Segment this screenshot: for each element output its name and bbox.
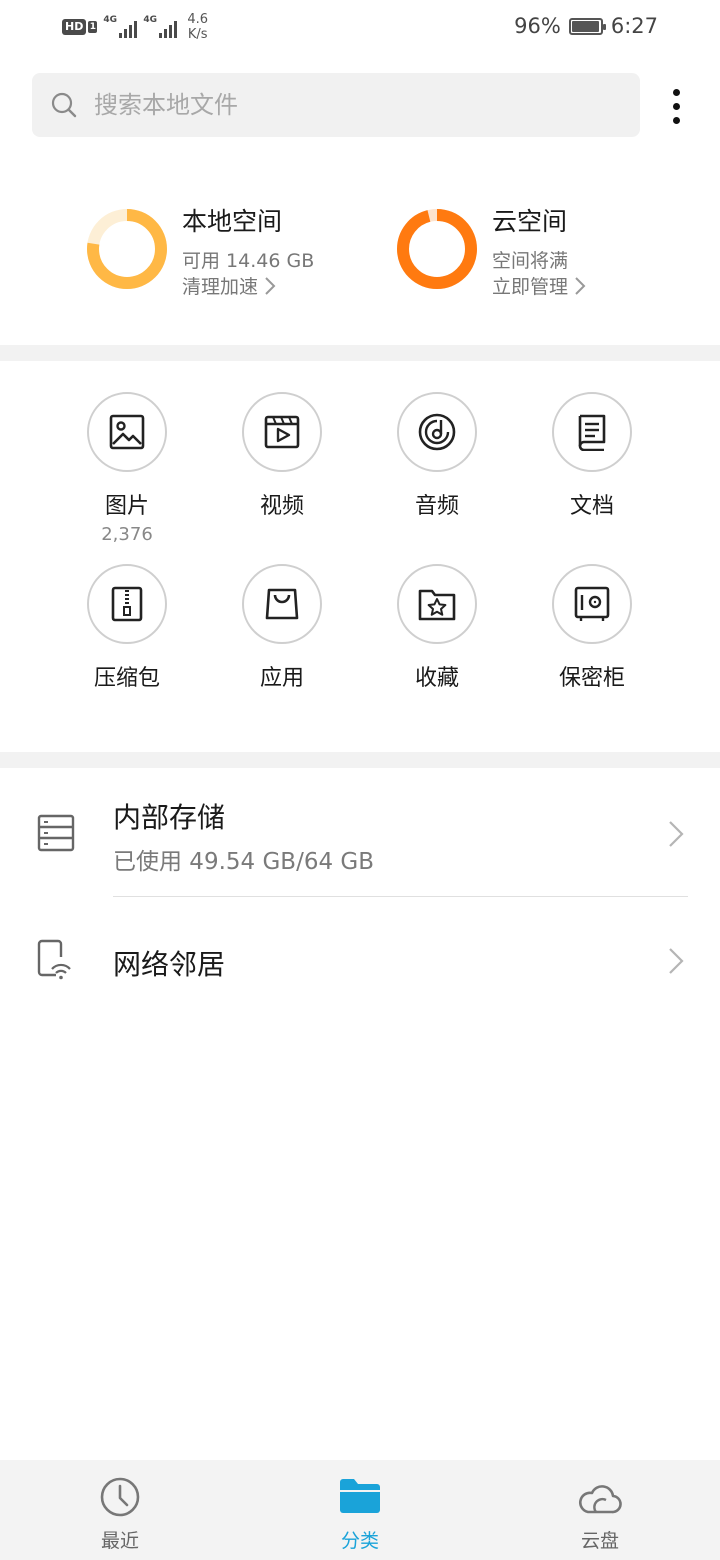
category-label: 文档 [569, 494, 614, 519]
search-icon [51, 92, 77, 118]
category-label: 视频 [259, 494, 304, 519]
cloud-storage-title: 云空间 [492, 207, 568, 236]
audio-icon [418, 413, 456, 451]
app-bag-icon [265, 588, 299, 620]
bottom-navigation: 最近 分类 云盘 [0, 1460, 720, 1560]
nav-categories[interactable]: 分类 [240, 1460, 480, 1560]
category-videos[interactable]: 视频 [217, 392, 347, 524]
status-bar: HD 1 4G 4G 4.6 K/s 96% 6:27 [0, 0, 720, 56]
local-storage-ring [87, 209, 167, 289]
network-neighbor-row[interactable]: 网络邻居 [0, 897, 720, 1023]
manage-now-label: 立即管理 [492, 276, 569, 298]
cloud-storage-card[interactable]: 云空间 空间将满 立即管理 [396, 200, 656, 300]
category-label: 收藏 [414, 666, 459, 691]
battery-percent: 96% [514, 14, 561, 38]
cloud-storage-ring [397, 209, 477, 289]
sim-label: 1 [88, 21, 98, 33]
network-type-label: 4G [103, 15, 117, 25]
local-storage-card[interactable]: 本地空间 可用 14.46 GB 清理加速 [86, 200, 346, 300]
clock-icon [100, 1477, 140, 1517]
internal-storage-usage: 已使用 49.54 GB/64 GB [113, 849, 374, 875]
category-images[interactable]: 图片 2,376 [62, 392, 192, 545]
network-speed-value: 4.6 [187, 12, 209, 27]
chevron-right-icon [669, 821, 684, 847]
internal-storage-icon [37, 814, 75, 852]
internal-storage-row[interactable]: 内部存储 已使用 49.54 GB/64 GB [0, 770, 720, 896]
video-icon [264, 415, 300, 449]
signal-strength-icon: 4G [103, 14, 138, 40]
folder-icon [340, 1479, 380, 1513]
category-archives[interactable]: 压缩包 [62, 564, 192, 692]
local-storage-title: 本地空间 [182, 207, 283, 236]
chevron-right-icon [669, 948, 684, 974]
section-divider [0, 345, 720, 361]
category-label: 保密柜 [558, 666, 625, 691]
signal-strength-icon: 4G [143, 14, 178, 40]
more-options-icon[interactable] [660, 80, 692, 132]
category-count: 2,376 [101, 524, 153, 545]
category-favorites[interactable]: 收藏 [372, 564, 502, 692]
network-speed-unit: K/s [187, 27, 208, 42]
safe-icon [574, 586, 610, 621]
search-input[interactable] [94, 91, 574, 119]
manage-now-link[interactable]: 立即管理 [492, 272, 586, 299]
hd-label: HD [62, 19, 87, 35]
network-neighbor-title: 网络邻居 [113, 948, 226, 981]
network-speed: 4.6 K/s [187, 12, 208, 42]
category-apps[interactable]: 应用 [217, 564, 347, 692]
cloud-icon [579, 1485, 622, 1514]
nav-categories-label: 分类 [340, 1530, 379, 1552]
nav-recent[interactable]: 最近 [0, 1460, 240, 1560]
network-neighbor-icon [37, 939, 71, 980]
category-audio[interactable]: 音频 [372, 392, 502, 524]
hd-voice-icon: HD 1 [62, 19, 98, 35]
category-documents[interactable]: 文档 [527, 392, 657, 524]
chevron-right-icon [265, 276, 276, 295]
document-icon [578, 414, 606, 451]
chevron-right-icon [575, 276, 586, 295]
archive-icon [111, 586, 143, 622]
category-label: 图片 [104, 494, 149, 519]
search-bar[interactable] [32, 73, 640, 137]
category-safe[interactable]: 保密柜 [527, 564, 657, 692]
nav-cloud-label: 云盘 [580, 1530, 619, 1552]
cloud-storage-status: 空间将满 [492, 250, 569, 272]
nav-recent-label: 最近 [100, 1530, 139, 1552]
category-label: 音频 [414, 494, 459, 519]
network-type-label: 4G [143, 15, 157, 25]
internal-storage-title: 内部存储 [113, 801, 226, 834]
battery-icon [568, 17, 606, 35]
image-icon [109, 414, 145, 450]
clean-boost-link[interactable]: 清理加速 [182, 272, 276, 299]
favorites-folder-icon [418, 589, 456, 621]
category-label: 应用 [259, 666, 304, 691]
nav-cloud[interactable]: 云盘 [480, 1460, 720, 1560]
clean-boost-label: 清理加速 [182, 276, 259, 298]
category-label: 压缩包 [93, 666, 160, 691]
clock-time: 6:27 [610, 14, 658, 38]
section-divider [0, 752, 720, 768]
local-storage-available: 可用 14.46 GB [182, 250, 315, 272]
